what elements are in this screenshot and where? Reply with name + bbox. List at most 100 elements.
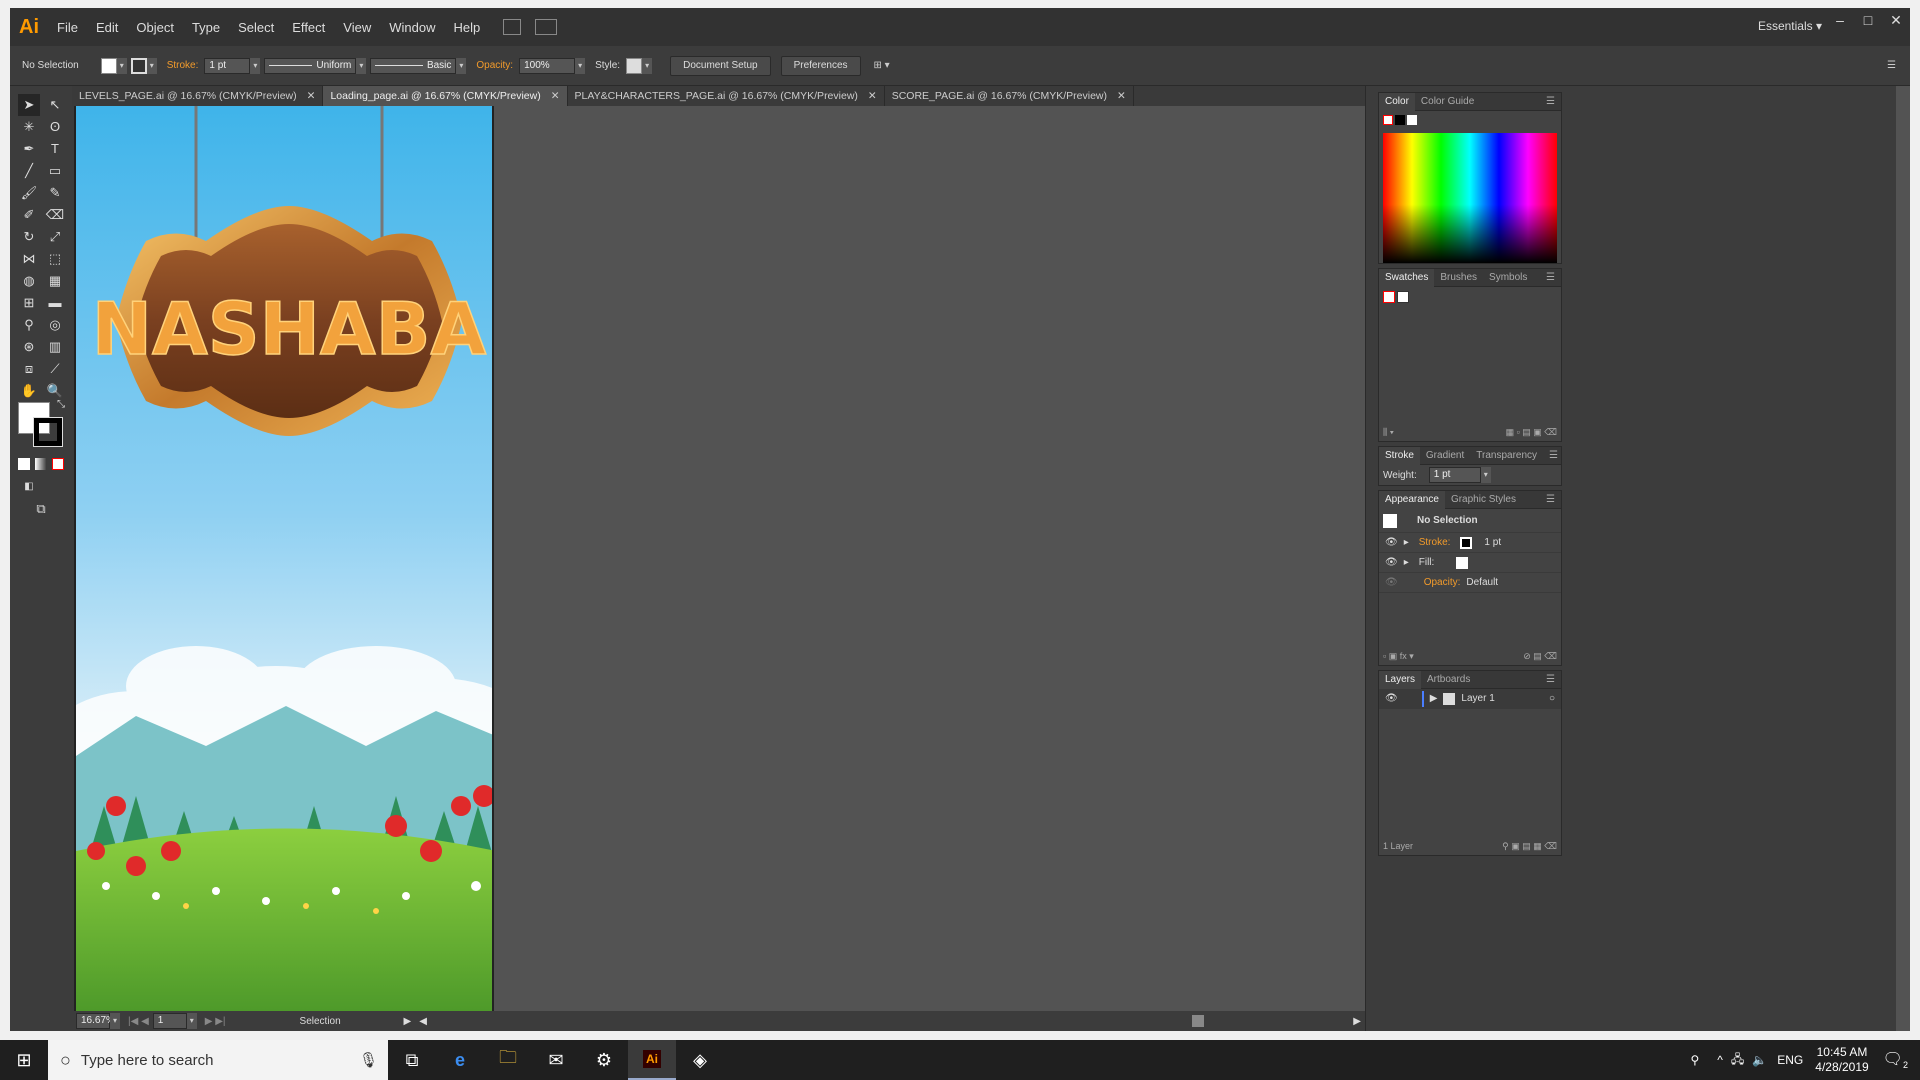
h-scroll-thumb[interactable] [1191,1015,1204,1027]
gradient-tool-icon[interactable]: ▬ [44,292,66,314]
menu-type[interactable]: Type [183,20,229,35]
panel-menu-icon[interactable]: ☰ [1543,450,1564,461]
target-icon[interactable]: ○ [1549,693,1555,704]
swap-fill-stroke-icon[interactable]: ⤡ [50,394,72,416]
canvas-area[interactable]: NASHABA [74,106,1365,1011]
none-mode-icon[interactable] [52,458,64,470]
black-swatch[interactable] [1395,115,1405,125]
variable-width-profile[interactable]: Uniform [264,57,357,74]
registration-swatch[interactable] [1397,291,1409,303]
workspace-switcher[interactable]: Essentials ▾ [1758,19,1822,33]
symbol-sprayer-tool-icon[interactable]: ⊛ [18,336,40,358]
control-panel-menu-icon[interactable]: ☰ [1887,60,1896,71]
first-artboard-icon[interactable]: |◀ ◀ [128,1016,149,1027]
tab-artboards[interactable]: Artboards [1421,674,1476,685]
menu-window[interactable]: Window [380,20,444,35]
taskbar-search[interactable]: ○ Type here to search 🎙 [48,1040,388,1080]
screen-mode-icon[interactable]: ⧉ [30,498,52,520]
pen-tool-icon[interactable]: ✒ [18,138,40,160]
tab-gradient[interactable]: Gradient [1420,450,1470,461]
eye-icon[interactable]: 👁 [1385,537,1398,548]
color-mode-icon[interactable] [18,458,30,470]
eye-icon[interactable]: 👁 [1385,557,1398,568]
artboard[interactable]: NASHABA [74,106,494,1011]
preferences-button[interactable]: Preferences [780,55,861,76]
appearance-fill-row[interactable]: 👁 ▸ Fill: [1379,553,1561,573]
microphone-icon[interactable]: 🎙 [359,1051,378,1069]
tab-graphic-styles[interactable]: Graphic Styles [1445,494,1522,505]
direct-selection-tool-icon[interactable]: ↖ [44,94,66,116]
eye-icon[interactable]: 👁 [1385,577,1398,588]
layer-name[interactable]: Layer 1 [1461,693,1549,704]
artboard-dropdown-icon[interactable]: ▾ [186,1013,197,1029]
status-menu-icon[interactable]: ▶ [404,1016,412,1027]
zoom-dropdown-icon[interactable]: ▾ [110,1013,120,1029]
stroke-label[interactable]: Stroke: [167,60,199,71]
swatch-actions-icon[interactable]: ▦ ▫ ▤ ▣ ⌫ [1506,427,1557,438]
appearance-opacity-label[interactable]: Opacity: [1424,577,1461,588]
horizontal-scrollbar[interactable] [427,1015,1353,1027]
tab-brushes[interactable]: Brushes [1434,272,1483,283]
opacity-dropdown-icon[interactable]: ▾ [575,57,586,74]
width-tool-icon[interactable]: ⋈ [18,248,40,270]
hand-tool-icon[interactable]: ✋ [18,380,40,402]
tab-layers[interactable]: Layers [1379,670,1422,689]
scroll-right-icon[interactable]: ▶ [1353,1016,1361,1027]
fill-swatch-mini[interactable] [1456,556,1469,569]
free-transform-tool-icon[interactable]: ⬚ [44,248,66,270]
appearance-actions-icon[interactable]: ⊘ ▤ ⌫ [1523,651,1557,662]
menu-view[interactable]: View [334,20,380,35]
opacity-field[interactable]: 100% [519,57,576,74]
color-spectrum[interactable] [1383,133,1557,263]
panel-menu-icon[interactable]: ☰ [1540,494,1561,505]
menu-select[interactable]: Select [229,20,283,35]
tab-stroke[interactable]: Stroke [1379,446,1420,465]
scale-tool-icon[interactable]: ⤢ [44,226,66,248]
close-icon[interactable]: ✕ [551,90,560,102]
draw-mode-icon[interactable]: ◧ [18,476,40,498]
white-swatch[interactable] [1407,115,1417,125]
maximize-icon[interactable]: □ [1854,8,1882,32]
stroke-color-swatch[interactable] [33,417,63,447]
windows-start-icon[interactable]: ⊞ [0,1040,48,1080]
edge-icon[interactable]: e [436,1040,484,1080]
appearance-opacity-row[interactable]: 👁 Opacity: Default [1379,573,1561,593]
close-icon[interactable]: ✕ [868,90,877,102]
weight-field[interactable]: 1 pt [1428,467,1481,483]
menu-object[interactable]: Object [127,20,183,35]
eraser-tool-icon[interactable]: ⌫ [44,204,66,226]
selection-tool-icon[interactable]: ➤ [18,94,40,116]
appearance-stroke-label[interactable]: Stroke: [1419,537,1451,548]
none-swatch[interactable] [1383,291,1395,303]
action-center-icon[interactable]: 🗨2 [1883,1049,1908,1070]
style-dropdown-icon[interactable]: ▾ [642,57,653,74]
document-setup-button[interactable]: Document Setup [670,55,771,76]
tab-loading-page[interactable]: Loading_page.ai @ 16.67% (CMYK/Preview) ✕ [323,86,568,106]
close-icon[interactable]: ✕ [1882,8,1910,32]
menu-effect[interactable]: Effect [283,20,334,35]
layer-row[interactable]: 👁 ▶ Layer 1 ○ [1379,689,1561,709]
tab-score-page[interactable]: SCORE_PAGE.ai @ 16.67% (CMYK/Preview) ✕ [885,86,1134,106]
fill-swatch[interactable] [100,57,117,74]
settings-icon[interactable]: ⚙ [580,1040,628,1080]
stroke-dropdown-icon[interactable]: ▾ [146,57,157,74]
line-tool-icon[interactable]: ╱ [18,160,40,182]
perspective-grid-tool-icon[interactable]: ▦ [44,270,66,292]
magic-wand-tool-icon[interactable]: ✳ [18,116,40,138]
stroke-weight-dropdown-icon[interactable]: ▾ [250,57,261,74]
tab-symbols[interactable]: Symbols [1483,272,1533,283]
clock[interactable]: 10:45 AM 4/28/2019 [1815,1045,1868,1075]
close-icon[interactable]: ✕ [1117,90,1126,102]
tab-transparency[interactable]: Transparency [1470,450,1543,461]
slice-tool-icon[interactable]: ⟋ [44,358,66,380]
graphic-style-swatch[interactable] [626,57,643,74]
tab-color[interactable]: Color [1379,92,1415,111]
scroll-left-icon[interactable]: ◀ [419,1016,427,1027]
gradient-mode-icon[interactable] [35,458,47,470]
opacity-label[interactable]: Opacity: [476,60,513,71]
column-graph-tool-icon[interactable]: ▥ [44,336,66,358]
tab-levels-page[interactable]: LEVELS_PAGE.ai @ 16.67% (CMYK/Preview) ✕ [72,86,324,106]
layer-actions-icon[interactable]: ⚲ ▣ ▤ ▦ ⌫ [1502,841,1557,852]
current-tool-status[interactable]: Selection [300,1016,400,1027]
fill-dropdown-icon[interactable]: ▾ [116,57,127,74]
